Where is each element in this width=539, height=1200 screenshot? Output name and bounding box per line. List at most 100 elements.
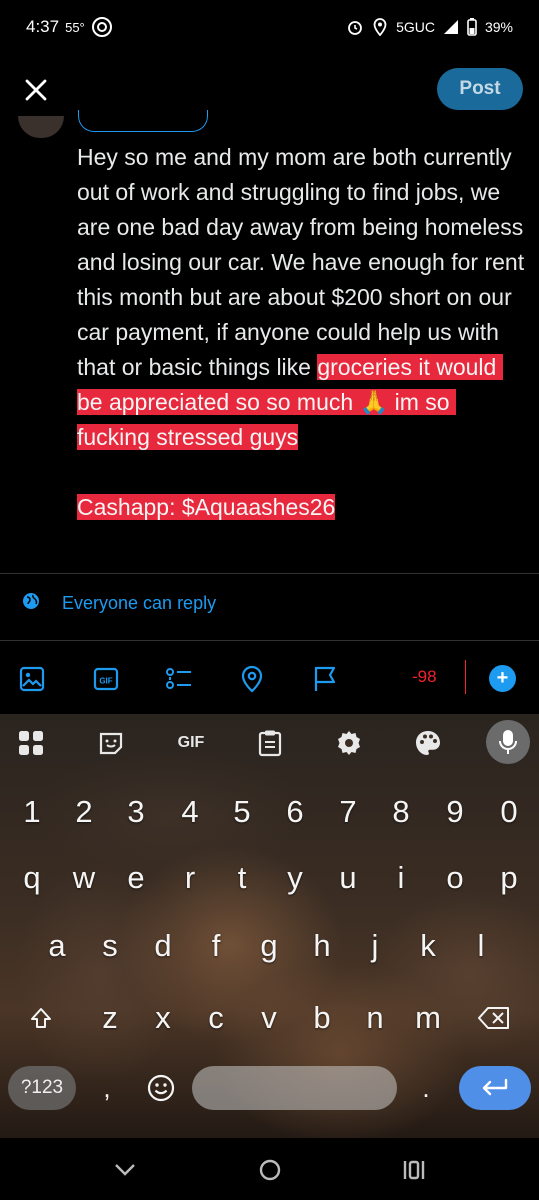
microphone-icon [499,730,517,754]
status-temperature: 55° [65,19,85,35]
plus-icon: + [496,667,509,689]
nav-back-button[interactable] [111,1156,139,1184]
key-r[interactable]: r [166,854,214,902]
reply-setting-button[interactable]: Everyone can reply [22,592,216,615]
key-x[interactable]: x [139,994,187,1042]
svg-text:GIF: GIF [99,677,112,686]
system-nav-bar [0,1138,539,1200]
key-3[interactable]: 3 [112,788,160,836]
cashapp-text-selected: Cashapp: $Aquaashes26 [77,494,336,520]
key-f[interactable]: f [192,922,240,970]
network-type: 5GUC [396,19,435,35]
divider [0,573,539,574]
nav-home-button[interactable] [256,1156,284,1184]
keyboard-gif-button[interactable]: GIF [174,728,208,758]
key-v[interactable]: v [245,994,293,1042]
flag-button[interactable] [310,664,340,694]
emoji-icon [147,1074,175,1102]
post-button[interactable]: Post [437,68,523,110]
key-9[interactable]: 9 [431,788,479,836]
key-l[interactable]: l [457,922,505,970]
backspace-icon [478,1007,509,1029]
reply-setting-label: Everyone can reply [62,593,217,613]
divider [0,640,539,641]
shift-key[interactable] [17,994,65,1042]
character-count: -98 [412,667,437,686]
palette-icon[interactable] [413,728,443,758]
key-e[interactable]: e [112,854,160,902]
key-2[interactable]: 2 [60,788,108,836]
status-time: 4:37 [26,17,60,36]
key-t[interactable]: t [218,854,266,902]
media-button[interactable] [17,664,47,694]
clipboard-icon[interactable] [255,728,285,758]
compose-toolbar: GIF [0,650,539,710]
key-7[interactable]: 7 [324,788,372,836]
flag-icon [314,666,336,691]
alarm-icon [346,18,364,36]
backspace-key[interactable] [470,994,518,1042]
signal-icon [443,19,459,35]
audience-selector[interactable] [78,110,208,132]
enter-icon [482,1078,508,1096]
key-g[interactable]: g [245,922,293,970]
add-thread-button[interactable]: + [489,665,516,692]
key-j[interactable]: j [351,922,399,970]
key-4[interactable]: 4 [166,788,214,836]
key-n[interactable]: n [351,994,399,1042]
key-z[interactable]: z [86,994,134,1042]
key-a[interactable]: a [33,922,81,970]
emoji-key[interactable] [145,1072,177,1104]
avatar[interactable] [18,116,64,138]
gif-icon: GIF [93,667,119,691]
key-5[interactable]: 5 [218,788,266,836]
space-key[interactable] [192,1066,397,1110]
apps-grid-icon[interactable] [16,728,46,758]
enter-key[interactable] [459,1066,531,1110]
key-p[interactable]: p [485,854,533,902]
key-b[interactable]: b [298,994,346,1042]
gif-button[interactable]: GIF [91,664,121,694]
comma-key[interactable]: , [96,1066,118,1110]
key-y[interactable]: y [271,854,319,902]
key-m[interactable]: m [404,994,452,1042]
sticker-icon[interactable] [96,728,126,758]
key-k[interactable]: k [404,922,452,970]
key-6[interactable]: 6 [271,788,319,836]
battery-icon [467,18,477,36]
location-icon [372,18,388,36]
key-8[interactable]: 8 [377,788,425,836]
shift-icon [31,1008,51,1028]
key-d[interactable]: d [139,922,187,970]
globe-icon [22,592,40,615]
location-pin-icon [241,665,263,693]
key-i[interactable]: i [377,854,425,902]
toolbar-separator [465,660,466,694]
key-c[interactable]: c [192,994,240,1042]
voice-input-button[interactable] [486,720,530,764]
key-h[interactable]: h [298,922,346,970]
key-1[interactable]: 1 [8,788,56,836]
poll-button[interactable] [164,664,194,694]
key-u[interactable]: u [324,854,372,902]
nav-recents-button[interactable] [400,1156,428,1184]
recents-icon [403,1160,425,1180]
compose-text-plain: Hey so me and my mom are both currently … [77,144,531,380]
key-0[interactable]: 0 [485,788,533,836]
settings-gear-icon[interactable] [334,728,364,758]
location-button[interactable] [237,664,267,694]
status-bar: 4:37 55° 5GUC 39% [0,0,539,54]
compose-text-area[interactable]: Hey so me and my mom are both currently … [77,140,527,525]
symbols-key[interactable]: ?123 [8,1066,76,1110]
period-key[interactable]: . [415,1066,437,1110]
keyboard: GIF 1 2 3 4 5 6 7 8 9 0 q w e r t y u i … [0,714,539,1138]
key-w[interactable]: w [60,854,108,902]
key-o[interactable]: o [431,854,479,902]
keyboard-toolbar: GIF [0,714,539,774]
close-icon [25,79,47,101]
key-q[interactable]: q [8,854,56,902]
close-button[interactable] [18,72,54,108]
image-icon [19,666,45,692]
key-s[interactable]: s [86,922,134,970]
chevron-down-icon [115,1164,135,1176]
